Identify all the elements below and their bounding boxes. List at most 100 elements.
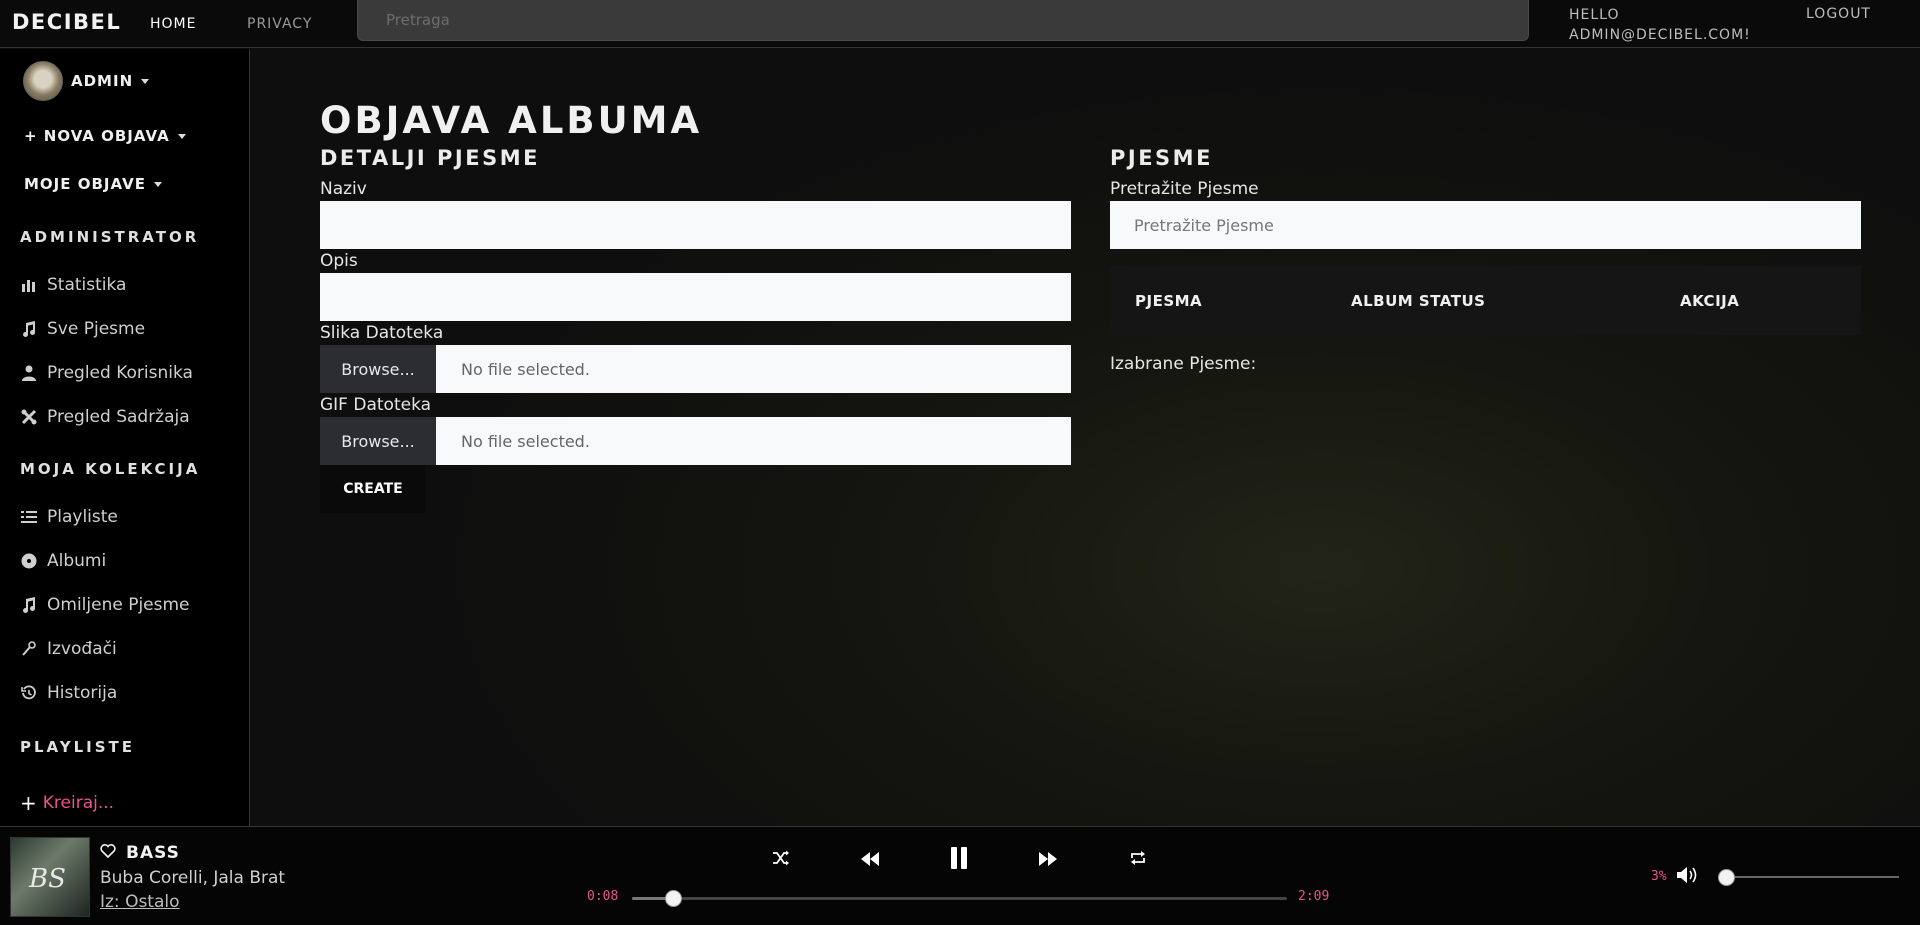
section-title-playliste: PLAYLISTE — [20, 738, 136, 756]
page-title: OBJAVA ALBUMA — [320, 99, 703, 142]
caret-down-icon — [141, 78, 150, 84]
sidebar-item-historija[interactable]: Historija — [20, 683, 117, 703]
bar-chart-icon — [20, 276, 38, 294]
pause-button[interactable] — [944, 845, 974, 875]
gif-file-name: No file selected. — [461, 431, 590, 451]
track-source-link[interactable]: Iz: Ostalo — [100, 892, 180, 912]
sidebar-item-pregled-korisnika[interactable]: Pregled Korisnika — [20, 363, 193, 383]
table-header-pjesma: PJESMA — [1135, 292, 1203, 310]
opis-label: Opis — [320, 251, 358, 271]
my-posts-dropdown[interactable]: MOJE OBJAVE — [24, 175, 162, 193]
profile-dropdown[interactable]: ADMIN — [23, 61, 150, 101]
naziv-input[interactable] — [320, 201, 1071, 249]
progress-slider[interactable] — [632, 890, 1287, 907]
global-search-input[interactable] — [358, 0, 1528, 40]
greeting-line-2: ADMIN@DECIBEL.COM! — [1569, 27, 1751, 43]
sidebar-item-label: Statistika — [47, 275, 127, 295]
history-icon — [20, 684, 38, 702]
time-current: 0:08 — [587, 889, 619, 904]
repeat-icon — [1129, 849, 1147, 871]
create-button[interactable]: CREATE — [320, 465, 426, 513]
avatar — [23, 61, 63, 101]
songs-table-header: PJESMA ALBUM STATUS AKCIJA — [1110, 266, 1861, 335]
disc-icon — [20, 552, 38, 570]
volume-icon[interactable] — [1676, 864, 1700, 886]
caret-down-icon — [177, 134, 186, 139]
track-title: BASS — [126, 843, 180, 863]
shuffle-icon — [772, 850, 790, 870]
music-player-bar: BS BASS Buba Corelli, Jala Brat Iz: Osta… — [0, 826, 1920, 925]
previous-button[interactable] — [855, 845, 885, 875]
my-posts-label: MOJE OBJAVE — [24, 175, 146, 193]
global-search-container — [357, 0, 1529, 41]
sidebar-item-izvodaci[interactable]: Izvođači — [20, 639, 117, 659]
slika-label: Slika Datoteka — [320, 323, 444, 343]
rewind-icon — [860, 851, 880, 870]
plus-icon: + — [20, 791, 37, 815]
new-post-label: NOVA OBJAVA — [43, 127, 170, 145]
sidebar-item-label: Playliste — [47, 507, 118, 527]
sidebar-item-statistika[interactable]: Statistika — [20, 275, 126, 295]
sidebar-item-label: Pregled Korisnika — [47, 363, 193, 383]
time-total: 2:09 — [1298, 889, 1330, 904]
list-icon — [20, 508, 38, 526]
sidebar: ADMIN + NOVA OBJAVA MOJE OBJAVE ADMINIST… — [0, 49, 250, 826]
progress-knob[interactable] — [664, 890, 682, 907]
sidebar-item-omiljene-pjesme[interactable]: Omiljene Pjesme — [20, 595, 190, 615]
nav-home-link[interactable]: HOME — [150, 16, 196, 32]
gif-label: GIF Datoteka — [320, 395, 432, 415]
track-artist: Buba Corelli, Jala Brat — [100, 868, 286, 888]
selected-songs-label: Izabrane Pjesme: — [1110, 354, 1257, 374]
gif-file-input[interactable]: Browse... No file selected. — [320, 417, 1071, 465]
volume-knob[interactable] — [1718, 869, 1736, 886]
create-playlist-link[interactable]: + Kreiraj... — [20, 791, 114, 815]
heart-icon[interactable] — [100, 843, 116, 863]
sidebar-item-albumi[interactable]: Albumi — [20, 551, 106, 571]
album-art-monogram: BS — [29, 864, 66, 894]
microphone-icon — [20, 640, 38, 658]
slika-file-input[interactable]: Browse... No file selected. — [320, 345, 1071, 393]
caret-down-icon — [153, 182, 162, 187]
sidebar-item-playliste[interactable]: Playliste — [20, 507, 118, 527]
brand-logo[interactable]: DECIBEL — [12, 10, 121, 34]
music-note-icon — [20, 596, 38, 614]
tools-icon — [20, 408, 38, 426]
next-button[interactable] — [1033, 845, 1063, 875]
nav-privacy-link[interactable]: PRIVACY — [247, 16, 312, 32]
music-note-icon — [20, 320, 38, 338]
track-title-row: BASS — [100, 843, 180, 863]
songs-title: PJESME — [1110, 146, 1213, 170]
sidebar-item-label: Historija — [47, 683, 118, 703]
user-icon — [20, 364, 38, 382]
section-title-administrator: ADMINISTRATOR — [20, 228, 200, 246]
user-greeting: HELLO ADMIN@DECIBEL.COM! — [1569, 5, 1751, 45]
volume-percent: 3% — [1651, 869, 1667, 884]
table-header-album-status: ALBUM STATUS — [1351, 292, 1486, 310]
shuffle-button[interactable] — [766, 845, 796, 875]
top-navbar: DECIBEL HOME PRIVACY HELLO ADMIN@DECIBEL… — [0, 0, 1920, 48]
volume-slider[interactable] — [1718, 869, 1899, 886]
sidebar-item-label: Sve Pjesme — [47, 319, 146, 339]
pause-icon — [949, 846, 969, 874]
fast-forward-icon — [1038, 851, 1058, 870]
songs-search-input[interactable] — [1110, 201, 1861, 249]
album-art: BS — [10, 837, 90, 917]
table-header-akcija: AKCIJA — [1680, 292, 1740, 310]
opis-input[interactable] — [320, 273, 1071, 321]
sidebar-item-pregled-sadrzaja[interactable]: Pregled Sadržaja — [20, 407, 190, 427]
slika-file-name: No file selected. — [461, 359, 590, 379]
details-title: DETALJI PJESME — [320, 146, 540, 170]
main-content: OBJAVA ALBUMA DETALJI PJESME Naziv Opis … — [251, 49, 1920, 826]
plus-icon: + — [24, 127, 44, 145]
logout-link[interactable]: LOGOUT — [1806, 6, 1871, 22]
naziv-label: Naziv — [320, 179, 367, 199]
sidebar-item-label: Omiljene Pjesme — [47, 595, 190, 615]
create-playlist-label: Kreiraj... — [42, 793, 115, 813]
repeat-button[interactable] — [1123, 845, 1153, 875]
gif-browse-button[interactable]: Browse... — [320, 417, 436, 465]
profile-name: ADMIN — [71, 72, 134, 90]
sidebar-item-sve-pjesme[interactable]: Sve Pjesme — [20, 319, 145, 339]
slika-browse-button[interactable]: Browse... — [320, 345, 436, 393]
new-post-dropdown[interactable]: + NOVA OBJAVA — [24, 127, 186, 145]
sidebar-item-label: Pregled Sadržaja — [47, 407, 190, 427]
